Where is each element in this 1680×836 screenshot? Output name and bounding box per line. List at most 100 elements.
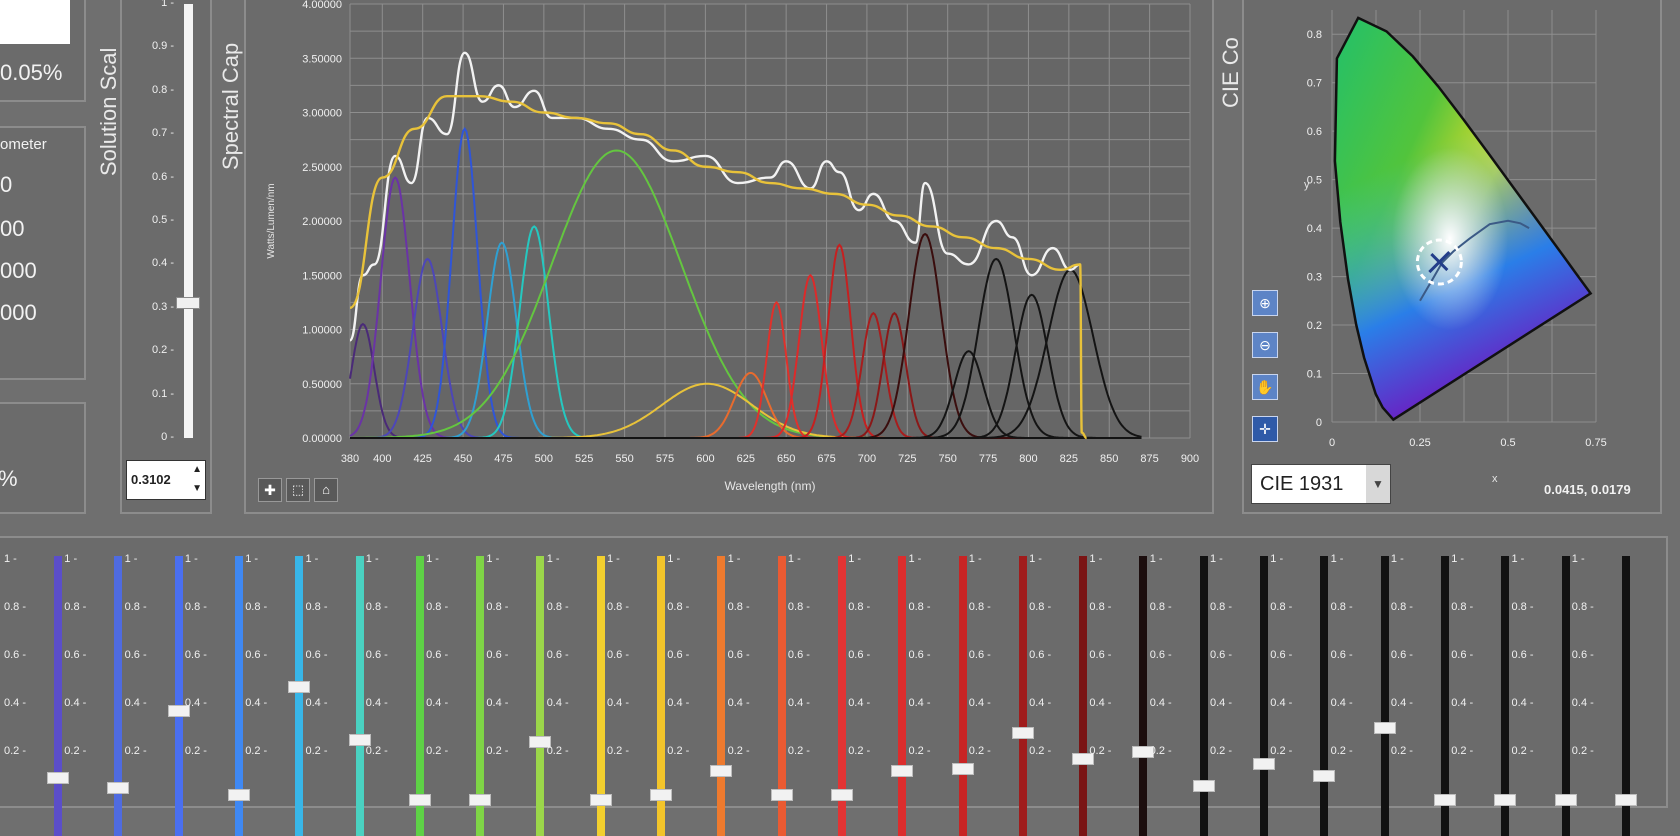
channel-slider-handle[interactable] (227, 789, 250, 802)
channel-slider-handle[interactable] (1494, 794, 1517, 806)
channel-slider-track[interactable] (1260, 556, 1268, 836)
y-tick-label: 4.00000 (302, 0, 342, 11)
channel-tick-label: 0.8 - (1210, 601, 1233, 613)
channel-slider-track[interactable] (114, 556, 123, 836)
solution-scale-spinbox[interactable]: 0.3102 ▲ ▼ (126, 460, 206, 500)
channel-slider-handle[interactable] (770, 789, 793, 802)
cie-chart[interactable]: 00.10.20.30.40.50.60.70.80 0.25 0.5 0.75xy (1244, 0, 1660, 512)
channel-tick-label: 1 - (365, 553, 379, 565)
channel-slider-track[interactable] (1139, 556, 1148, 836)
channel-slider-handle[interactable] (1192, 779, 1215, 792)
y-tick-label: 0.00000 (302, 433, 342, 445)
channel-tick-label: 1 - (968, 553, 982, 565)
channel-tick-label: 0.6 - (486, 649, 509, 661)
channel-tick-label: 0.6 - (184, 649, 207, 661)
pan-tool-icon[interactable]: ⬚ (286, 478, 310, 502)
channel-tick-label: 1 - (1149, 553, 1163, 565)
channel-tick-label: 1 - (546, 553, 560, 565)
channel-tick-label: 0.8 - (1149, 601, 1172, 613)
x-tick-label: 825 (1060, 453, 1078, 465)
channel-tick-label: 0.8 - (1089, 601, 1112, 613)
channel-slider-handle[interactable] (650, 789, 672, 802)
channel-slider-track[interactable] (1199, 556, 1208, 836)
channel-slider-handle[interactable] (1373, 722, 1396, 734)
channel-tick-label: 0.6 - (546, 649, 569, 661)
channel-slider-handle[interactable] (408, 794, 431, 806)
solution-scale-input[interactable]: 0.3102 (131, 472, 171, 487)
home-tool-icon[interactable]: ⌂ (314, 478, 338, 502)
channel-tick-label: 1 - (426, 553, 439, 565)
channel-tick-label: 1 - (245, 553, 259, 565)
channel-slider-handle[interactable] (589, 794, 612, 806)
channel-slider-handle[interactable] (107, 782, 130, 794)
channel-slider-track[interactable] (717, 556, 726, 836)
channel-slider-track[interactable] (295, 556, 304, 836)
solution-scale-track[interactable] (184, 4, 193, 438)
channel-slider-track[interactable] (898, 556, 907, 836)
x-tick-label: 500 (535, 453, 553, 465)
spin-up-icon[interactable]: ▲ (192, 464, 202, 475)
channel-tick-label: 0.8 - (1270, 601, 1293, 613)
meter-value-4: 000 (0, 300, 37, 325)
channel-tick-label: 0.6 - (1390, 649, 1413, 661)
x-tick-label: 550 (615, 453, 633, 465)
channel-tick-label: 0.8 - (64, 601, 87, 613)
channel-tick-label: 0.8 - (4, 601, 27, 613)
spin-down-icon[interactable]: ▼ (192, 483, 202, 494)
channel-slider-track[interactable] (54, 556, 62, 836)
y-tick-label: 2.00000 (302, 216, 342, 228)
channel-tick-label: 0.6 - (245, 649, 268, 661)
solution-scale-handle[interactable] (176, 297, 200, 310)
channel-tick-label: 0.8 - (968, 601, 991, 613)
channel-tick-label: 1 - (667, 553, 681, 565)
channel-tick-label: 0.2 - (184, 745, 207, 757)
channel-slider-track[interactable] (1380, 556, 1389, 836)
channel-slider-handle[interactable] (1554, 794, 1577, 806)
channel-slider-track[interactable] (355, 556, 364, 836)
channel-slider-track[interactable] (536, 556, 545, 836)
channel-tick-label: 0.6 - (1029, 649, 1052, 661)
spectral-chart[interactable]: 380 400 425 450 475 500 525 550 575 600 625 650 675 7… (246, 0, 1212, 512)
channel-tick-label: 0.4 - (426, 697, 449, 709)
solution-scale-tick-label: 0.9 - (151, 40, 174, 53)
channel-slider-handle[interactable] (47, 772, 69, 785)
channel-tick-label: 0.4 - (848, 697, 871, 709)
pan-icon[interactable]: ✋ (1252, 374, 1278, 400)
channel-slider-track[interactable] (958, 556, 967, 836)
solution-scale-tick-label: 0.4 - (151, 257, 174, 270)
channel-slider-handle[interactable] (710, 765, 733, 778)
channel-slider-handle[interactable] (1253, 758, 1275, 770)
solution-scale-tick-label: 0.5 - (151, 214, 174, 226)
y-tick-label: 0.50000 (302, 379, 342, 391)
channel-slider-handle[interactable] (1614, 794, 1637, 806)
channel-tick-label: 0.6 - (607, 649, 630, 661)
channel-slider-track[interactable] (1320, 556, 1329, 836)
channel-tick-label: 1 - (305, 553, 319, 565)
x-tick-label: 650 (777, 453, 795, 465)
channel-slider-track[interactable] (174, 556, 183, 836)
x-tick-label: 525 (575, 453, 593, 465)
channel-tick-label: 0.4 - (184, 697, 207, 709)
chevron-down-icon[interactable]: ▼ (1366, 465, 1390, 503)
crosshair-icon[interactable]: ✛ (1252, 416, 1278, 442)
channel-slider-handle[interactable] (891, 765, 914, 778)
channel-slider-handle[interactable] (830, 789, 853, 802)
channel-slider-handle[interactable] (951, 762, 974, 775)
channel-slider-track[interactable] (1018, 556, 1027, 836)
x-tick-label: 575 (656, 453, 674, 465)
channel-tick-label: 1 - (486, 553, 500, 565)
channel-slider-handle[interactable] (288, 681, 311, 694)
channel-slider-handle[interactable] (1433, 794, 1456, 806)
cie-mode-select[interactable]: CIE 1931 ▼ (1251, 464, 1391, 504)
channel-tick-label: 0.2 - (365, 745, 388, 757)
channel-tick-label: 1 - (1270, 553, 1284, 565)
channel-tick-label: 0.4 - (546, 697, 569, 709)
zoom-tool-icon[interactable]: ✚ (258, 478, 282, 502)
channel-slider-track[interactable] (1079, 556, 1088, 836)
channel-slider-handle[interactable] (1011, 726, 1034, 739)
channel-slider-handle[interactable] (469, 794, 492, 806)
channel-tick-label: 1 - (124, 553, 138, 565)
channel-slider-handle[interactable] (1313, 770, 1336, 782)
zoom-out-icon[interactable]: ⊖ (1252, 332, 1278, 358)
zoom-in-icon[interactable]: ⊕ (1252, 290, 1278, 316)
